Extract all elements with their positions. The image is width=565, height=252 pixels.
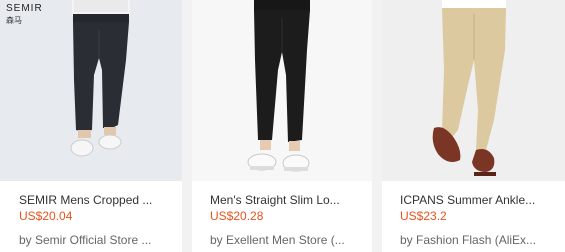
product-price: US$20.28 — [210, 209, 264, 223]
product-title[interactable]: ICPANS Summer Ankle... — [400, 193, 555, 208]
product-card[interactable]: Men's Straight Slim Lo... US$20.28 by Ex… — [192, 0, 372, 252]
product-card[interactable]: ICPANS Summer Ankle... US$23.2 by Fashio… — [382, 0, 565, 252]
product-card[interactable]: SEMIR 森马 SEMIR Mens Cropped ... US$20.04… — [0, 0, 182, 252]
product-price: US$20.04 — [19, 209, 73, 223]
product-image[interactable]: SEMIR 森马 — [0, 0, 182, 181]
product-title[interactable]: Men's Straight Slim Lo... — [210, 193, 365, 208]
store-link[interactable]: by Semir Official Store ... — [19, 233, 174, 248]
store-link[interactable]: by Fashion Flash (AliEx... — [400, 233, 555, 248]
product-price: US$23.2 — [400, 209, 447, 223]
product-image[interactable] — [382, 0, 565, 181]
brand-logo: SEMIR 森马 — [6, 3, 43, 25]
product-grid-row: SEMIR 森马 SEMIR Mens Cropped ... US$20.04… — [0, 0, 565, 252]
product-title[interactable]: SEMIR Mens Cropped ... — [19, 193, 174, 208]
store-link[interactable]: by Exellent Men Store (... — [210, 233, 365, 248]
product-image[interactable] — [192, 0, 372, 181]
